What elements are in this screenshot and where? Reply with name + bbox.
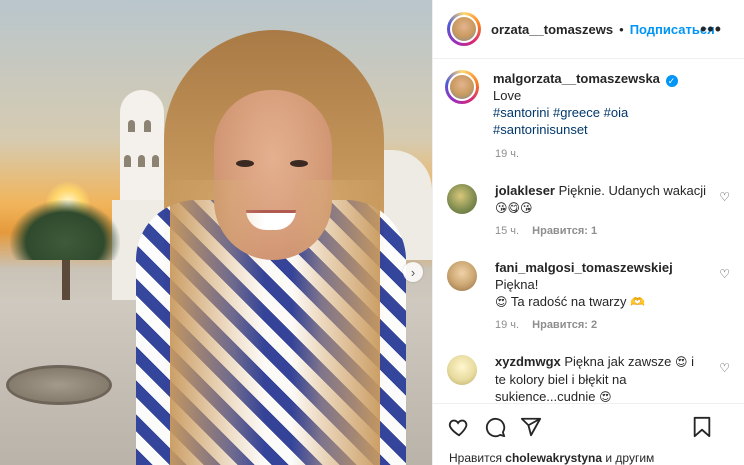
woman-figure bbox=[136, 30, 406, 465]
caption-username[interactable]: malgorzata__tomaszewska bbox=[493, 71, 660, 86]
comment-like-heart-icon[interactable]: ♡ bbox=[719, 190, 730, 204]
post-actions bbox=[433, 403, 744, 449]
comment-meta: 19 ч. Нравится: 2 bbox=[495, 319, 730, 331]
comment-likes-count[interactable]: Нравится: 1 bbox=[532, 225, 597, 237]
comments-list[interactable]: malgorzata__tomaszewska ✓ Love #santorin… bbox=[433, 60, 744, 403]
comment-text: Pięknie. Udanych wakacji bbox=[558, 183, 707, 198]
comment-icon[interactable] bbox=[483, 415, 507, 439]
comment-username[interactable]: jolakleser bbox=[495, 183, 555, 198]
post-side-panel: orzata__tomaszews • Подписаться ••• malg… bbox=[432, 0, 744, 465]
comment-like-heart-icon[interactable]: ♡ bbox=[719, 361, 730, 375]
comment-emoji-end: 😍 bbox=[599, 390, 612, 403]
next-photo-button[interactable]: › bbox=[403, 262, 423, 282]
comment-avatar[interactable] bbox=[447, 184, 477, 214]
comment-username[interactable]: fani_malgosi_tomaszewskiej bbox=[495, 260, 673, 275]
comment-avatar[interactable] bbox=[447, 261, 477, 291]
likes-line: Нравится cholewakrystyna и другим bbox=[449, 451, 654, 465]
likes-user[interactable]: cholewakrystyna bbox=[505, 451, 602, 465]
comment: jolakleser Pięknie. Udanych wakacji 😘😋😘 … bbox=[447, 182, 730, 217]
caption: malgorzata__tomaszewska ✓ Love #santorin… bbox=[445, 70, 730, 138]
plaza-mosaic bbox=[6, 365, 112, 405]
comment: xyzdmwgx Piękna jak zawsze 😍 i te kolory… bbox=[447, 353, 730, 403]
more-options-icon[interactable]: ••• bbox=[700, 19, 722, 40]
hashtag-link[interactable]: #greece bbox=[553, 105, 600, 120]
comment-text-2: Ta radość na twarzy bbox=[510, 294, 627, 309]
heart-icon[interactable] bbox=[447, 415, 471, 439]
caption-time[interactable]: 19 ч. bbox=[495, 148, 519, 160]
comment-username[interactable]: xyzdmwgx bbox=[495, 354, 561, 369]
comment-meta: 15 ч. Нравится: 1 bbox=[495, 225, 730, 237]
comment-emoji: 😍 bbox=[495, 295, 508, 309]
post-header: orzata__tomaszews • Подписаться ••• bbox=[433, 0, 744, 59]
caption-avatar-ring[interactable] bbox=[445, 70, 479, 104]
comment-emoji: 😘😋😘 bbox=[495, 201, 533, 215]
comment-text: Piękna! bbox=[495, 277, 539, 292]
header-username[interactable]: orzata__tomaszews bbox=[491, 22, 613, 37]
caption-text: Love bbox=[493, 88, 522, 103]
avatar-ring[interactable] bbox=[447, 12, 481, 46]
bookmark-icon[interactable] bbox=[690, 415, 714, 439]
comment-time[interactable]: 15 ч. bbox=[495, 225, 519, 237]
comment: fani_malgosi_tomaszewskiej Piękna! 😍 Ta … bbox=[447, 259, 730, 311]
separator-dot: • bbox=[619, 21, 624, 37]
caption-avatar[interactable] bbox=[448, 73, 476, 101]
comment-emoji: 😍 bbox=[674, 355, 688, 369]
avatar[interactable] bbox=[450, 15, 478, 43]
palm-tree bbox=[10, 200, 120, 310]
comment-emoji-end: 🫶 bbox=[630, 295, 646, 309]
likes-prefix: Нравится bbox=[449, 451, 502, 465]
verified-badge-icon: ✓ bbox=[665, 75, 678, 87]
post-photo[interactable]: › bbox=[0, 0, 432, 465]
comment-time[interactable]: 19 ч. bbox=[495, 319, 519, 331]
comment-avatar[interactable] bbox=[447, 355, 477, 385]
hashtag-link[interactable]: #oia bbox=[604, 105, 629, 120]
comment-like-heart-icon[interactable]: ♡ bbox=[719, 267, 730, 281]
comment-text: Piękna jak zawsze bbox=[564, 354, 672, 369]
share-icon[interactable] bbox=[519, 415, 543, 439]
comment-likes-count[interactable]: Нравится: 2 bbox=[532, 319, 597, 331]
hashtag-link[interactable]: #santorini bbox=[493, 105, 549, 120]
caption-meta: 19 ч. bbox=[495, 148, 730, 160]
hashtag-link[interactable]: #santorinisunset bbox=[493, 122, 588, 137]
likes-suffix[interactable]: и другим bbox=[605, 451, 654, 465]
